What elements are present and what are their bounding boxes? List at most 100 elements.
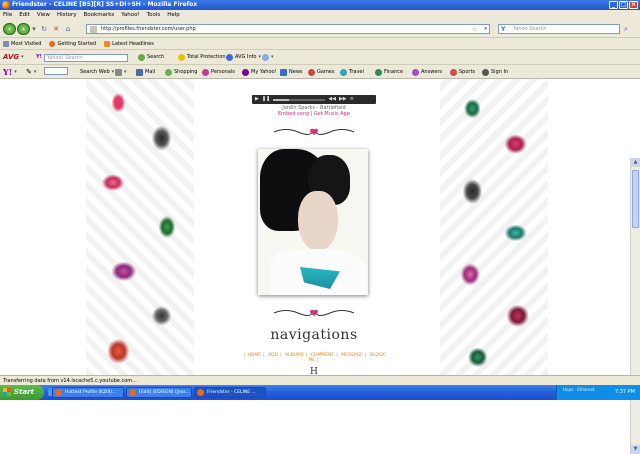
windows-taskbar: Start Hottest Profile (KZIII)... [Edit] … [0, 385, 640, 400]
avg-toolbar: AVG ▾ Y! Yahoo! Search Search Total Protec… [0, 50, 640, 65]
vertical-scrollbar[interactable]: ▲ ▼ [630, 158, 640, 454]
maximize-button[interactable]: □ [619, 1, 628, 9]
history-dropdown-icon[interactable]: ▾ [30, 25, 38, 33]
ornament-divider-middle [273, 309, 355, 316]
status-text: Transferring data from v14.lscache5.c.yo… [3, 378, 137, 384]
bookmark-star-icon[interactable]: ☆ [472, 25, 477, 34]
scroll-down-arrow[interactable]: ▼ [631, 445, 640, 454]
status-bar: Transferring data from v14.lscache5.c.yo… [0, 375, 640, 385]
travel-icon [340, 68, 347, 76]
next-icon[interactable]: ▶▶ [339, 95, 347, 104]
avg-search-input[interactable]: Yahoo! Search [43, 53, 128, 62]
tray-network-text[interactable]: Норо · Ethernet [563, 387, 595, 392]
yahoo-news[interactable]: News [280, 67, 303, 77]
avg-extra-icon[interactable]: ▾ [262, 53, 274, 62]
shopping-icon [165, 68, 172, 76]
home-icon[interactable]: ⌂ [64, 25, 72, 33]
start-button[interactable]: Start [0, 385, 44, 400]
menu-bar: File Edit View History Bookmarks Yahoo! … [0, 10, 640, 20]
song-links[interactable]: Embed song | Get Music App [252, 111, 376, 117]
bookmark-getting-started[interactable]: Getting Started [49, 38, 96, 49]
bookmarks-toolbar: Most Visited Getting Started Latest Head… [0, 38, 640, 50]
yahoo-sign-in[interactable]: Sign In [482, 67, 508, 77]
nav-link-albums[interactable]: ALBUMS [285, 353, 304, 358]
bookmark-most-visited[interactable]: Most Visited [3, 38, 41, 49]
avg-info[interactable]: AVG Info ▾ [226, 53, 261, 62]
url-text: http://profiles.friendster.com/user.php [101, 26, 196, 32]
search-go-icon [138, 54, 145, 61]
search-placeholder: Yahoo Search [513, 26, 547, 32]
yahoo-personals[interactable]: Personals [202, 67, 235, 77]
avg-total-protection[interactable]: Total Protection [178, 53, 226, 62]
previous-icon[interactable]: ◀◀ [328, 95, 336, 104]
floral-background-left [86, 79, 194, 375]
url-dropdown-icon[interactable]: ▾ [484, 25, 487, 34]
scrollbar-thumb[interactable] [632, 170, 639, 228]
menu-edit[interactable]: Edit [19, 10, 30, 20]
yahoo-answers[interactable]: Answers [412, 67, 442, 77]
menu-bookmarks[interactable]: Bookmarks [84, 10, 115, 20]
window-titlebar: Friendster - CELINE [BS][R] SS+DI+SH - M… [0, 0, 640, 10]
yahoo-mail[interactable]: Mail [136, 67, 155, 77]
taskbar-item-friendster[interactable]: Friendster - CELINE ... [194, 387, 266, 398]
finance-icon [375, 68, 382, 76]
clock[interactable]: 7:37 PM [615, 385, 635, 400]
system-tray: Норо · Ethernet 7:37 PM [556, 385, 640, 400]
nav-link-add[interactable]: ADD [268, 353, 278, 358]
info-icon [226, 54, 233, 61]
bookmark-latest-headlines[interactable]: Latest Headlines [104, 38, 154, 49]
close-button[interactable]: × [629, 1, 638, 9]
shield-toolbar-icon[interactable]: ▾ [115, 67, 127, 77]
avg-search-button[interactable]: Search [138, 53, 164, 62]
menu-icon[interactable]: ≡ [350, 95, 354, 104]
navigation-links: | HOME | ADD | ALBUMS | COMMENT | MESSAGE | BL… [243, 353, 386, 363]
sports-icon [450, 68, 457, 76]
scroll-up-arrow[interactable]: ▲ [631, 158, 640, 167]
yahoo-search-input[interactable] [44, 67, 68, 75]
yahoo-sports[interactable]: Sports [450, 67, 475, 77]
search-web-button[interactable]: Search Web ▾ [80, 67, 114, 77]
menu-help[interactable]: Help [167, 10, 180, 20]
yahoo-finance[interactable]: Finance [375, 67, 403, 77]
nav-link-home[interactable]: HOME [247, 353, 261, 358]
back-button[interactable]: ‹ [3, 23, 16, 35]
taskbar-item-edit[interactable]: [Edit] (EDISON) (Jess... [126, 387, 192, 398]
play-icon[interactable]: ▶ [255, 95, 259, 104]
yahoo-my-yahoo[interactable]: My Yahoo! [242, 67, 277, 77]
menu-history[interactable]: History [57, 10, 77, 20]
pause-icon[interactable]: ❚❚ [262, 95, 270, 104]
answers-icon [412, 68, 419, 76]
progress-track[interactable] [273, 98, 326, 101]
yahoo-logo[interactable]: Y! ▾ [3, 67, 17, 77]
minimize-button[interactable]: _ [609, 1, 618, 9]
yahoo-search-mini[interactable]: Y! Yahoo! Search [36, 53, 128, 62]
mail-icon [136, 68, 143, 76]
url-field[interactable]: http://profiles.friendster.com/user.php … [86, 24, 490, 34]
menu-tools[interactable]: Tools [147, 10, 161, 20]
site-favicon [90, 26, 97, 33]
navigations-heading: navigations [270, 327, 358, 343]
menu-file[interactable]: File [3, 10, 12, 20]
avg-logo[interactable]: AVG ▾ [3, 53, 24, 62]
stop-icon[interactable]: ✕ [52, 25, 60, 33]
search-engine-icon[interactable]: Y [501, 25, 505, 34]
yahoo-travel[interactable]: Travel [340, 67, 364, 77]
window-title: Friendster - CELINE [BS][R] SS+DI+SH - M… [12, 1, 198, 8]
nav-link-message[interactable]: MESSAGE [341, 353, 363, 358]
profile-photo[interactable] [258, 149, 368, 295]
music-player[interactable]: ▶ ❚❚ ◀◀ ▶▶ ≡ [252, 95, 376, 104]
user-icon [482, 68, 489, 76]
menu-view[interactable]: View [37, 10, 50, 20]
taskbar-item-hottest-profile[interactable]: Hottest Profile (KZIII)... [52, 387, 124, 398]
bookmark-icon [3, 40, 9, 47]
page-content: ▶ ❚❚ ◀◀ ▶▶ ≡ Jordin Sparks - Battlefield… [0, 79, 640, 454]
yahoo-games[interactable]: Games [308, 67, 335, 77]
search-go-icon[interactable]: ⌕ [624, 25, 628, 33]
reload-icon[interactable]: ↻ [40, 25, 48, 33]
games-icon [308, 68, 315, 76]
yahoo-shopping[interactable]: Shopping [165, 67, 197, 77]
search-field[interactable]: Y Yahoo Search [498, 24, 620, 34]
forward-button[interactable]: › [17, 23, 30, 35]
menu-yahoo[interactable]: Yahoo! [121, 10, 139, 20]
pencil-icon[interactable]: ✎ ▾ [26, 67, 36, 77]
